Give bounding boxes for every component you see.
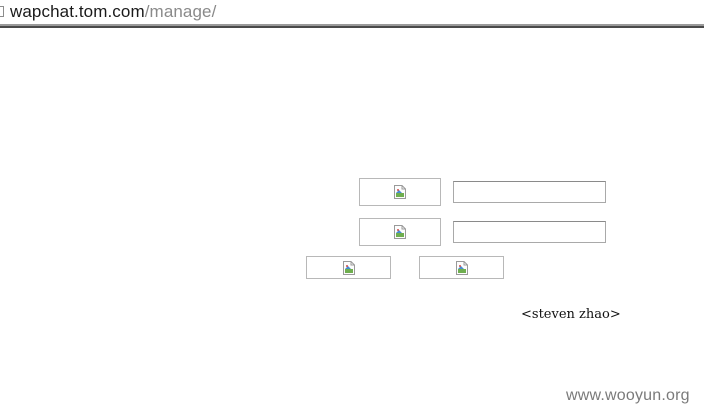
url-path: /manage/ (144, 2, 217, 21)
address-bar[interactable]: wapchat.tom.com/manage/ (0, 0, 704, 24)
username-label-image (359, 178, 441, 206)
password-label-image (359, 218, 441, 246)
watermark: www.wooyun.org (566, 387, 690, 404)
reset-image-button[interactable] (419, 256, 504, 279)
broken-image-icon (455, 260, 468, 275)
password-field[interactable] (453, 221, 606, 243)
author-credit: <steven zhao> (521, 307, 621, 322)
broken-image-icon (394, 185, 406, 199)
page-icon (0, 6, 4, 17)
username-field[interactable] (453, 181, 606, 203)
toolbar-divider-dark (0, 26, 704, 28)
broken-image-icon (342, 260, 355, 275)
url-host: wapchat.tom.com (10, 2, 145, 21)
broken-image-icon (394, 225, 406, 239)
submit-image-button[interactable] (306, 256, 391, 279)
url-text[interactable]: wapchat.tom.com/manage/ (10, 1, 216, 23)
